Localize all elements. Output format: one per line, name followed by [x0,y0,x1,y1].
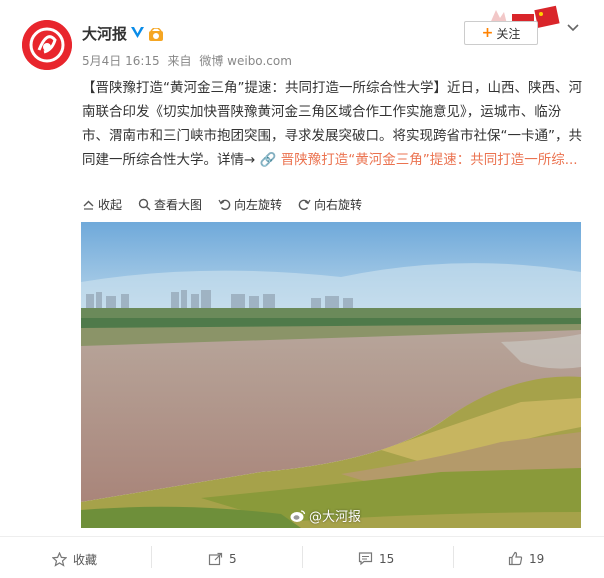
chevron-down-icon[interactable] [566,20,580,34]
star-icon [52,552,67,567]
divider [453,546,454,568]
post-source[interactable]: 微博 weibo.com [199,54,292,68]
watermark-text: @大河报 [309,510,362,525]
share-icon [208,552,223,566]
photo-watermark: @大河报 [290,506,361,525]
post-meta: 5月4日 16:15 来自 微博 weibo.com [82,52,296,69]
link-icon[interactable]: 🔗 [260,152,277,168]
avatar[interactable] [22,20,72,70]
collapse-icon [83,200,94,210]
like-count: 19 [529,551,545,566]
follow-label: 关注 [496,26,521,41]
weibo-logo-icon [290,509,306,522]
divider [302,546,303,568]
rotate-right-button[interactable]: 向右旋转 [298,196,362,213]
article-link[interactable]: 晋陕豫打造“黄河金三角”提速：共同打造一所综... [281,152,578,168]
image-toolbar: 收起 查看大图 向左旋转 向右旋转 [82,196,362,213]
view-large-label: 查看大图 [154,198,203,212]
verified-icon [130,25,145,40]
comment-count: 15 [379,551,395,566]
favorite-button[interactable]: 收藏 [52,551,97,568]
medal-icon [148,27,164,41]
rotate-right-icon [298,199,311,210]
weibo-post-card: 大河报 5月4日 16:15 来自 微博 weibo.com + 关注 【晋陕豫… [0,0,604,536]
plus-icon: + [481,25,494,41]
like-button[interactable]: 19 [508,551,544,566]
rotate-left-label: 向左旋转 [234,198,283,212]
follow-button[interactable]: + 关注 [464,21,538,45]
post-time[interactable]: 5月4日 16:15 [82,54,160,68]
post-text: 【晋陕豫打造“黄河金三角”提速：共同打造一所综合性大学】近日，山西、陕西、河南联… [82,76,588,172]
comment-button[interactable]: 15 [358,551,394,566]
divider [151,546,152,568]
view-large-button[interactable]: 查看大图 [138,196,202,213]
post-from-label: 来自 [167,54,192,68]
collapse-button[interactable]: 收起 [82,196,122,213]
comment-icon [358,552,373,566]
share-count: 5 [229,551,237,566]
post-photo[interactable] [81,222,581,528]
rotate-left-button[interactable]: 向左旋转 [218,196,282,213]
rotate-right-label: 向右旋转 [314,198,363,212]
magnify-icon [138,198,151,211]
rotate-left-icon [218,199,231,210]
thumbs-up-icon [508,551,523,566]
collapse-label: 收起 [98,198,123,212]
share-button[interactable]: 5 [208,551,237,566]
favorite-label: 收藏 [73,553,98,567]
user-name[interactable]: 大河报 [82,23,127,44]
